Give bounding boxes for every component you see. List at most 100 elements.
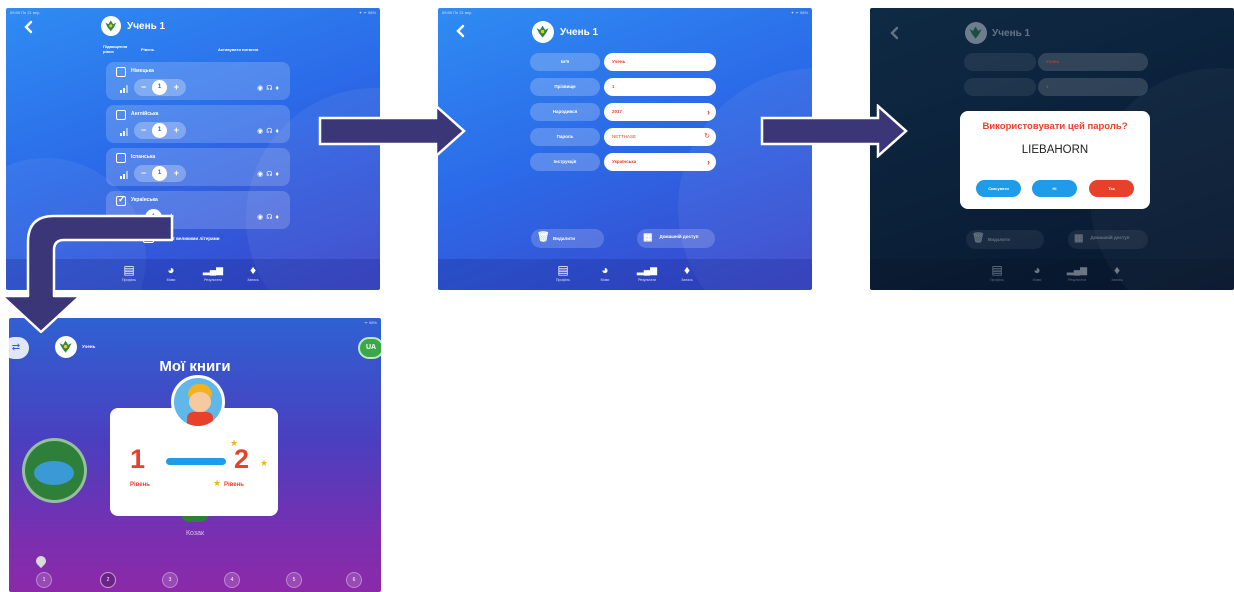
plus-icon[interactable]: +	[174, 125, 179, 135]
qr-code-icon: ▦	[1074, 233, 1084, 244]
last-name-input[interactable]: 1	[604, 78, 716, 96]
bg-field-label	[964, 53, 1036, 71]
tab-results[interactable]: ▂▄▆ Результати	[632, 262, 662, 282]
eye-icon[interactable]: ◉	[257, 85, 266, 92]
language-badge[interactable]: UA	[358, 337, 381, 359]
minus-icon[interactable]: −	[141, 125, 146, 135]
field-instruction: Інструкція Українська ›	[530, 153, 716, 171]
back-icon[interactable]	[22, 20, 36, 34]
status-battery: ✦ ᯤ 98%	[790, 10, 808, 15]
tab-label: Профіль	[990, 278, 1004, 282]
page-dot[interactable]: 1	[36, 572, 52, 588]
home-access-button[interactable]: ▦ Домашній доступ	[637, 229, 715, 248]
dialog-password: LIEBAHORN	[1021, 144, 1089, 156]
profile-switch-icon[interactable]: ⇄	[9, 337, 29, 359]
delete-label: Видалити	[988, 237, 1010, 242]
book-caption: Козак	[185, 530, 205, 537]
status-battery: ᯤ 98%	[364, 320, 377, 325]
subject-name: Німецька	[131, 68, 154, 74]
level-stepper[interactable]: − 1 +	[134, 165, 186, 182]
instruction-value: Українська	[612, 159, 637, 164]
avatar	[532, 21, 554, 43]
microphone-icon[interactable]: ♦	[275, 128, 282, 135]
tab-record[interactable]: ♦ Запись	[672, 262, 702, 282]
flow-arrow-right-icon	[318, 104, 466, 158]
avatar[interactable]	[55, 336, 77, 358]
character-body	[187, 412, 213, 426]
question-toggles[interactable]: ◉☊♦	[257, 84, 282, 92]
refresh-icon[interactable]: ↻	[704, 128, 710, 146]
id-card-icon: ▤	[991, 263, 1003, 277]
question-toggles[interactable]: ◉☊♦	[257, 170, 282, 178]
minus-icon[interactable]: −	[141, 168, 146, 178]
tab-languages[interactable]: ◕ Мови	[590, 262, 620, 282]
page-title: Учень 1	[127, 21, 166, 32]
tab-results[interactable]: ▂▄▆ Результати	[198, 262, 228, 282]
flow-arrow-down-icon	[4, 214, 174, 334]
no-button[interactable]: Ні	[1032, 180, 1077, 197]
eye-icon[interactable]: ◉	[257, 128, 266, 135]
subject-name: Іспанська	[131, 154, 156, 160]
dragon-icon	[105, 20, 117, 32]
cancel-button[interactable]: Скасувати	[976, 180, 1021, 197]
microphone-icon[interactable]: ♦	[275, 171, 282, 178]
tab-profile[interactable]: ▤ Профіль	[548, 262, 578, 282]
column-header-level: Рівень	[141, 47, 155, 52]
tab-bar: ▤ Профіль ◕ Мови ▂▄▆ Результати ♦ Запись	[438, 259, 812, 290]
plus-icon[interactable]: +	[174, 82, 179, 92]
level-stepper[interactable]: − 1 +	[134, 122, 186, 139]
page-dot[interactable]: 6	[346, 572, 362, 588]
signal-bars-icon	[120, 171, 128, 179]
star-icon: ★	[230, 438, 239, 448]
subject-checkbox[interactable]	[116, 153, 126, 163]
subject-card-german: Німецька − 1 + ◉☊♦	[106, 62, 290, 100]
level-value: 1	[152, 166, 167, 181]
subject-checkbox[interactable]	[116, 110, 126, 120]
field-label: Прізвище	[530, 78, 600, 96]
page-dot[interactable]: 4	[224, 572, 240, 588]
subject-checkbox[interactable]	[116, 67, 126, 77]
page-dot[interactable]: 3	[162, 572, 178, 588]
avatar	[965, 22, 987, 44]
microphone-icon[interactable]: ♦	[275, 214, 282, 221]
user-name: Учень	[82, 344, 96, 349]
level-label: Рівень	[224, 482, 244, 488]
field-label: Ім'я	[530, 53, 600, 71]
subject-card-english: Англійська − 1 + ◉☊♦	[106, 105, 290, 143]
page-dot[interactable]: 5	[286, 572, 302, 588]
delete-button[interactable]: 🗑︎ Видалити	[531, 229, 604, 248]
bar-chart-icon: ▂▄▆	[636, 265, 658, 275]
plus-icon[interactable]: +	[174, 168, 179, 178]
screen-password-dialog: Учень 1 Учень 1 🗑︎ Видалити ▦ Домашній д…	[870, 8, 1234, 290]
star-icon: ★	[213, 478, 222, 488]
level-stepper[interactable]: − 1 +	[134, 79, 186, 96]
speech-bubble-icon: ◕	[601, 263, 609, 277]
column-header-level-up: Підвищення рівня	[103, 44, 128, 54]
birth-year-select[interactable]: 2017 ›	[604, 103, 716, 121]
first-name-input[interactable]: Учень	[604, 53, 716, 71]
question-toggles[interactable]: ◉☊♦	[257, 127, 282, 135]
book-cover-pond[interactable]	[22, 438, 87, 503]
subject-card-spanish: Іспанська − 1 + ◉☊♦	[106, 148, 290, 186]
status-time: 09:59 Пн 21 вер.	[442, 10, 473, 15]
yes-button[interactable]: Так	[1089, 180, 1134, 197]
level-progress-bar	[166, 458, 226, 465]
minus-icon[interactable]: −	[141, 82, 146, 92]
tab-label: Запись	[247, 278, 259, 282]
question-toggles[interactable]: ◉☊♦	[257, 213, 282, 221]
character-face	[189, 392, 211, 412]
bar-chart-icon: ▂▄▆	[1066, 265, 1088, 275]
instruction-select[interactable]: Українська ›	[604, 153, 716, 171]
microphone-icon: ♦	[1113, 263, 1121, 277]
tab-label: Мови	[1032, 278, 1042, 282]
microphone-icon[interactable]: ♦	[275, 85, 282, 92]
tab-record[interactable]: ♦ Запись	[238, 262, 268, 282]
eye-icon[interactable]: ◉	[257, 171, 266, 178]
tab-languages: ◕ Мови	[1022, 262, 1052, 282]
eye-icon[interactable]: ◉	[257, 214, 266, 221]
subject-checkbox-checked[interactable]	[116, 194, 126, 206]
column-header-activate: Активувати питання	[218, 47, 259, 52]
page-dot[interactable]: 2	[100, 572, 116, 588]
back-icon[interactable]	[454, 24, 468, 38]
password-input[interactable]: NETTHASE ↻	[604, 128, 716, 146]
